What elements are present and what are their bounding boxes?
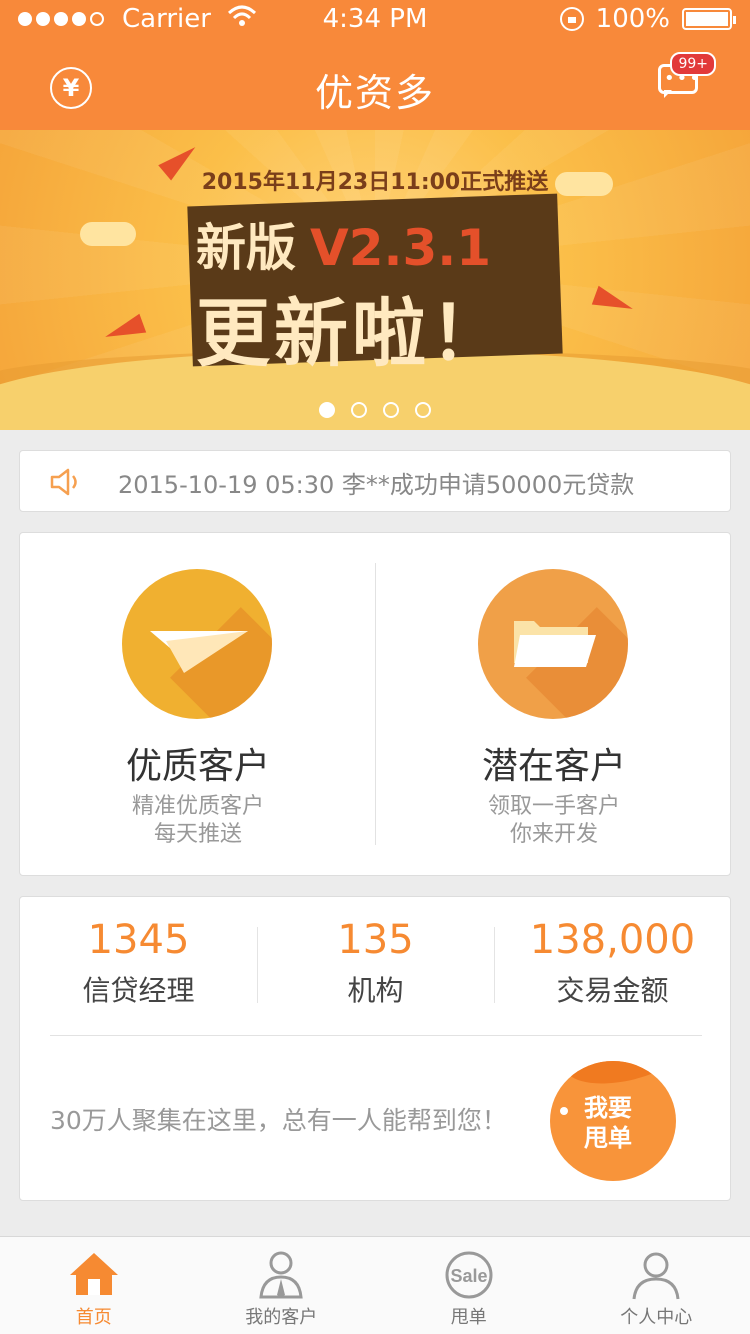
banner-headline-2: 更新啦！ <box>196 291 508 377</box>
stats-card: 1345 信贷经理 135 机构 138,000 交易金额 30万人聚集在这里，… <box>19 896 731 1201</box>
quality-customers[interactable]: 优质客户 精准优质客户 每天推送 <box>20 533 376 877</box>
stat-managers: 1345 信贷经理 <box>20 917 257 1009</box>
tab-dispatch[interactable]: Sale 甩单 <box>375 1237 563 1334</box>
banner-prefix: 新版 <box>196 219 296 277</box>
home-icon <box>68 1249 120 1301</box>
tab-label: 我的客户 <box>245 1307 318 1328</box>
dispatch-order-label-2: 甩单 <box>584 1124 632 1152</box>
stat-label: 信贷经理 <box>82 974 195 1007</box>
page-dot[interactable] <box>351 402 367 418</box>
message-bubble-tail <box>664 90 672 98</box>
profile-icon <box>630 1249 682 1301</box>
potential-customers-title: 潜在客户 <box>481 746 626 787</box>
stat-value: 138,000 <box>529 917 696 963</box>
slogan-text: 30万人聚集在这里，总有一人能帮到您！ <box>50 1106 507 1135</box>
quality-customers-desc-2: 每天推送 <box>153 822 242 847</box>
potential-customers[interactable]: 潜在客户 领取一手客户 你来开发 <box>376 533 732 877</box>
svg-text:Sale: Sale <box>450 1266 487 1286</box>
cloud-decoration <box>80 222 136 246</box>
speaker-icon <box>50 467 86 497</box>
notice-text: 2015-10-19 05:30 李**成功申请50000元贷款 <box>118 471 635 499</box>
dispatch-order-label-1: 我要 <box>584 1094 632 1122</box>
quality-customers-desc: 精准优质客户 每天推送 <box>20 793 376 849</box>
tab-label: 个人中心 <box>620 1307 693 1328</box>
battery-icon <box>682 8 736 30</box>
stat-value: 135 <box>337 917 414 963</box>
tab-label: 甩单 <box>450 1307 487 1328</box>
folder-icon <box>478 569 628 719</box>
tab-my-customers[interactable]: 我的客户 <box>188 1237 376 1334</box>
dispatch-order-button[interactable]: 我要 甩单 <box>550 1061 676 1181</box>
banner-version: V2.3.1 <box>310 219 492 277</box>
banner-date: 2015年11月23日11:00正式推送 <box>201 170 549 195</box>
page-dot[interactable] <box>415 402 431 418</box>
stat-amount: 138,000 交易金额 <box>494 917 731 1009</box>
rotation-lock-icon <box>559 7 584 31</box>
stats-divider <box>50 1035 702 1036</box>
page-title: 优资多 <box>314 71 435 115</box>
status-bar: Carrier 4:34 PM 100% <box>0 0 750 40</box>
paper-plane-icon <box>122 569 272 719</box>
banner-headline-1: 新版 V2.3.1 <box>196 208 491 280</box>
potential-customers-desc: 领取一手客户 你来开发 <box>376 793 732 849</box>
stat-label: 机构 <box>347 974 404 1007</box>
customers-icon <box>255 1249 307 1301</box>
potential-customers-desc-2: 你来开发 <box>509 822 598 847</box>
quality-customers-title: 优质客户 <box>125 746 270 787</box>
stat-value: 1345 <box>87 917 190 963</box>
page-dot[interactable] <box>383 402 399 418</box>
promo-banner[interactable]: 2015年11月23日11:00正式推送 新版 V2.3.1 更新啦！ <box>0 130 750 430</box>
message-dots: ••• <box>664 68 702 89</box>
dispatch-order-label: 我要 甩单 <box>584 1093 644 1153</box>
button-dot <box>560 1107 568 1115</box>
page-dot[interactable] <box>319 402 335 418</box>
tab-profile[interactable]: 个人中心 <box>563 1237 750 1334</box>
quality-customers-desc-1: 精准优质客户 <box>131 794 264 819</box>
tab-home[interactable]: 首页 <box>0 1237 188 1334</box>
battery-percent: 100% <box>595 4 670 34</box>
potential-customers-desc-1: 领取一手客户 <box>487 794 620 819</box>
stat-institutions: 135 机构 <box>257 917 494 1009</box>
customer-card: 优质客户 精准优质客户 每天推送 潜在客户 领取一手客户 你来开发 <box>19 532 731 876</box>
banner-page-indicator <box>0 402 750 418</box>
button-flap <box>560 1061 676 1093</box>
sale-icon: Sale <box>443 1249 495 1301</box>
message-badge: 99+ <box>670 52 716 76</box>
stat-label: 交易金额 <box>556 974 669 1007</box>
status-right: 100% <box>559 4 736 34</box>
app-header: Carrier 4:34 PM 100% ¥ 优资多 ••• 99+ <box>0 0 750 130</box>
tab-label: 首页 <box>75 1307 112 1328</box>
notice-bar[interactable]: 2015-10-19 05:30 李**成功申请50000元贷款 <box>19 450 731 512</box>
tab-bar: 首页 我的客户 Sale 甩单 个人中心 <box>0 1236 750 1334</box>
